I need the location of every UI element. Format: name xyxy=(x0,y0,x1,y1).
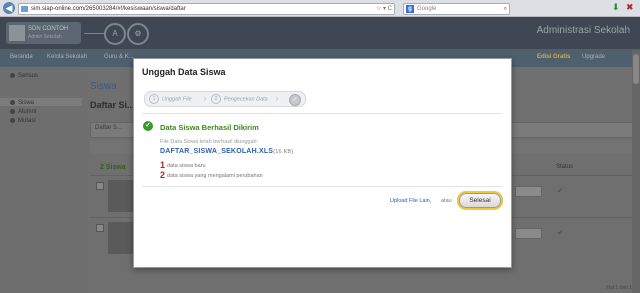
browser-toolbar: ◀ sim.siap-online.com/265003284/#!/kesis… xyxy=(0,0,640,17)
file-size: (16 KB) xyxy=(273,149,294,155)
success-check-icon: ✓ xyxy=(143,121,153,131)
alumni-icon xyxy=(10,109,15,114)
url-actions[interactable]: ☆ ▾ C xyxy=(376,4,392,14)
file-name: DAFTAR_SISWA_SEKOLAH.XLS xyxy=(160,148,274,155)
or-text: atau xyxy=(441,198,452,204)
step-indicator: 1 Unggah File › 2 Pengecekan Data › ✓ xyxy=(144,91,306,107)
uploaded-file: DAFTAR_SISWA_SEKOLAH.XLS(16 KB) xyxy=(160,148,293,155)
stat-changed-students: 2 data siswa yang mengalami perubahan xyxy=(160,170,263,180)
edition-badge: Edisi Gratis xyxy=(537,54,571,60)
user-icon xyxy=(10,100,15,105)
sidebar-item-alumni[interactable]: Alumni xyxy=(10,109,36,115)
row-field[interactable] xyxy=(515,228,542,239)
student-photo xyxy=(108,180,134,212)
status-column-header: Status xyxy=(556,164,574,170)
avatar xyxy=(9,25,25,41)
mutasi-icon xyxy=(10,118,15,123)
profile-circle-icon[interactable]: A xyxy=(104,23,126,45)
nav-item-kelola-sekolah[interactable]: Kelola Sekolah xyxy=(47,54,87,60)
url-text: sim.siap-online.com/265003284/#!/kesiswa… xyxy=(31,6,186,12)
stat-label: data siswa baru xyxy=(167,163,206,169)
sidebar-item-label: Alumni xyxy=(18,109,37,116)
home-icon[interactable]: ⬇ xyxy=(612,2,622,12)
address-bar[interactable]: sim.siap-online.com/265003284/#!/kesiswa… xyxy=(18,3,395,15)
tab-daftar[interactable]: Daftar S... xyxy=(95,125,122,131)
search-icon[interactable]: ⌕ xyxy=(504,4,507,14)
page-scrollbar[interactable] xyxy=(632,50,640,293)
brand-title: Administrasi Sekolah xyxy=(536,25,630,36)
step-label: Unggah File xyxy=(162,96,192,103)
row-checkbox[interactable] xyxy=(96,182,104,190)
divider xyxy=(142,113,502,114)
divider xyxy=(142,186,502,187)
stat-number: 2 xyxy=(160,170,166,180)
step-arrow-icon: › xyxy=(203,93,207,105)
sidebar-item-label: Siswa xyxy=(18,100,35,107)
stat-number: 1 xyxy=(160,160,166,170)
page-subtitle: Daftar Si... xyxy=(90,100,135,110)
step-label: Pengecekan Data xyxy=(224,96,268,103)
sidebar-item-siswa[interactable]: Siswa xyxy=(10,100,34,106)
step-arrow-icon: › xyxy=(275,93,279,105)
search-input[interactable]: g Google ⌕ xyxy=(403,3,510,15)
step-number: 2 xyxy=(211,94,221,104)
step-pengecekan-data: 2 Pengecekan Data xyxy=(211,94,268,104)
row-field[interactable] xyxy=(515,186,542,197)
dialog-title: Unggah Data Siswa xyxy=(142,67,226,77)
pagination[interactable]: Hal 1 dari 1 xyxy=(606,285,632,291)
student-count: 2 Siswa xyxy=(100,164,126,171)
done-button[interactable]: Selesai xyxy=(459,193,501,208)
nav-item-guru[interactable]: Guru & K... xyxy=(104,54,134,60)
scrollbar-thumb[interactable] xyxy=(633,54,639,84)
sidebar-item-label: Sensus xyxy=(18,73,39,80)
sidebar-item-mutasi[interactable]: Mutasi xyxy=(10,118,36,124)
upload-other-file-link[interactable]: Upload File Lain, xyxy=(390,198,431,204)
count-label: Siswa xyxy=(105,164,126,171)
stat-label: data siswa yang mengalami perubahan xyxy=(167,173,263,179)
search-placeholder: Google xyxy=(417,6,437,12)
upload-dialog: Unggah Data Siswa 1 Unggah File › 2 Pengec… xyxy=(133,58,512,268)
stat-new-students: 1 data siswa baru xyxy=(160,160,206,170)
file-note: File Data Siswa telah berhasil diunggah: xyxy=(160,139,259,145)
nav-item-beranda[interactable]: Beranda xyxy=(10,54,33,60)
google-icon: g xyxy=(406,5,414,13)
user-box[interactable]: SDN CONTOH Admin Sekolah xyxy=(6,22,81,44)
page-title: Siswa xyxy=(90,81,117,92)
sidebar-item-sensus[interactable]: Sensus xyxy=(10,73,38,79)
count-value: 2 xyxy=(100,164,104,171)
settings-circle-icon[interactable]: ⚙ xyxy=(127,23,149,45)
status-check-icon: ✔ xyxy=(557,186,564,195)
sensus-icon xyxy=(10,73,15,78)
user-name: SDN CONTOH xyxy=(28,26,69,32)
step-done-check-icon: ✓ xyxy=(289,94,301,106)
step-unggah-file: 1 Unggah File xyxy=(149,94,192,104)
success-title: Data Siswa Berhasil Dikirim xyxy=(160,123,259,132)
row-checkbox[interactable] xyxy=(96,224,104,232)
status-check-icon: ✔ xyxy=(557,228,564,237)
favicon-icon xyxy=(21,6,28,12)
back-icon[interactable]: ◀ xyxy=(3,2,15,14)
sidebar: Sensus Siswa Alumni Mutasi xyxy=(0,67,82,293)
app-header: SDN CONTOH Admin Sekolah A ⚙ Administras… xyxy=(0,17,640,49)
extension-icon[interactable]: ✖ xyxy=(626,2,636,12)
step-number: 1 xyxy=(149,94,159,104)
sidebar-item-label: Mutasi xyxy=(18,118,36,125)
upgrade-link[interactable]: Upgrade xyxy=(582,54,605,60)
student-photo xyxy=(108,222,134,254)
user-role: Admin Sekolah xyxy=(28,34,62,40)
header-connector xyxy=(84,33,106,34)
